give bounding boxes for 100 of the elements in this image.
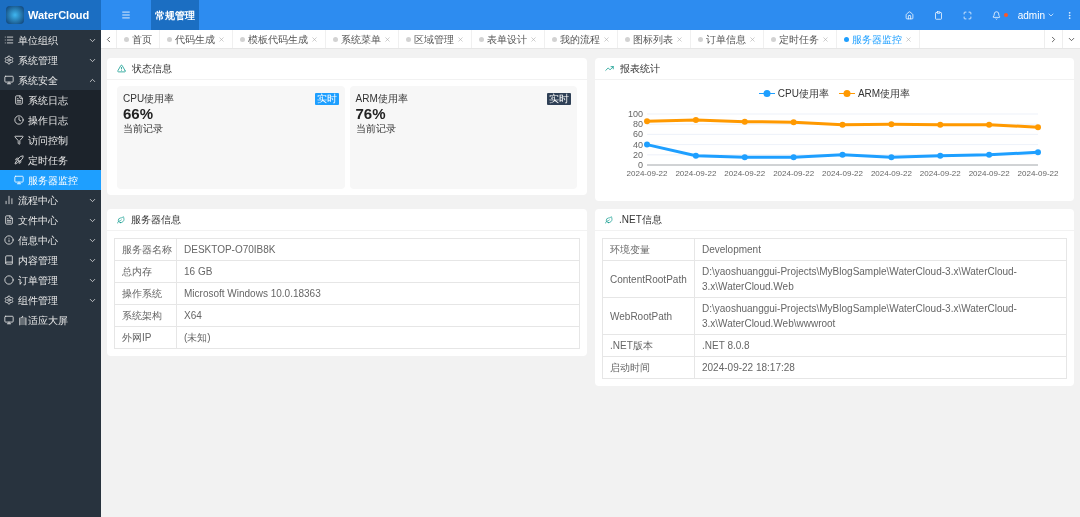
close-icon[interactable] [311, 35, 318, 43]
sidebar-subitem[interactable]: 访问控制 [0, 130, 101, 150]
sidebar-subitem[interactable]: 定时任务 [0, 150, 101, 170]
table-cell-text: 16 GB [183, 265, 214, 279]
more-icon[interactable] [1065, 10, 1074, 20]
monitor-icon [14, 175, 24, 185]
point [790, 119, 797, 126]
table-cell-text: D:\yaoshuanggui-Projects\MyBlogSample\WaterCloud-3.x\WaterCloud-3.x\WaterCloud.Web [701, 265, 1018, 294]
point [790, 154, 797, 161]
stat-value: 76% [355, 106, 387, 121]
legend-item[interactable]: CPU使用率 [758, 86, 829, 101]
list-icon [4, 35, 14, 45]
x-tick-label: 2024-09-22 [773, 169, 815, 178]
table-cell: ContentRootPath [603, 261, 695, 297]
monitor-icon [4, 315, 14, 325]
chevron-left-icon [104, 34, 113, 44]
sidebar-item[interactable]: 订单管理 [0, 270, 101, 290]
close-icon[interactable] [457, 35, 464, 43]
sidebar-item[interactable]: 文件中心 [0, 210, 101, 230]
close-icon[interactable] [530, 35, 537, 43]
table-cell-text: Development [701, 243, 762, 257]
stat-label: CPU使用率 [123, 92, 175, 106]
point [644, 141, 650, 148]
x-tick-label: 2024-09-22 [1017, 169, 1059, 178]
page-tab[interactable]: 系统菜单 [326, 30, 399, 48]
table-cell: .NET版本 [603, 335, 695, 356]
table-cell: 服务器名称 [115, 239, 177, 260]
x-tick-label: 2024-09-22 [626, 169, 668, 178]
realtime-badge: 实时 [547, 92, 571, 105]
close-icon[interactable] [676, 35, 683, 43]
x-tick-label: 2024-09-22 [919, 169, 961, 178]
close-icon[interactable] [905, 35, 912, 43]
point [692, 152, 699, 159]
close-icon[interactable] [218, 35, 225, 43]
stat-label: ARM使用率 [355, 92, 408, 106]
page-tab[interactable]: 表单设计 [472, 30, 545, 48]
home-icon[interactable] [904, 10, 914, 20]
sidebar-item[interactable]: 组件管理 [0, 290, 101, 310]
point [986, 121, 993, 128]
page-tab[interactable]: 首页 [117, 30, 160, 48]
point [986, 151, 993, 158]
sidebar-item[interactable]: 信息中心 [0, 230, 101, 250]
y-tick-label: 80 [633, 119, 643, 130]
book-icon [4, 255, 14, 265]
trend-icon [605, 64, 614, 73]
page-tab[interactable]: 定时任务 [764, 30, 837, 48]
stat-value: 66% [123, 106, 155, 121]
table-cell-text: (未知) [183, 331, 212, 345]
sidebar-item[interactable]: 内容管理 [0, 250, 101, 270]
sidebar-item[interactable]: 单位组织 [0, 30, 101, 50]
panel-title: 报表统计 [620, 62, 660, 76]
sidebar-item[interactable]: 自适应大屏 [0, 310, 101, 330]
close-icon[interactable] [822, 35, 829, 43]
bar-chart-icon [4, 195, 14, 205]
sidebar-subitem[interactable]: 系统日志 [0, 90, 101, 110]
legend-item[interactable]: ARM使用率 [838, 86, 911, 101]
logo-text: WaterCloud [28, 7, 90, 23]
warning-icon [117, 64, 126, 73]
page-tab[interactable]: 模板代码生成 [233, 30, 326, 48]
legend-label: CPU使用率 [777, 87, 829, 101]
point [741, 118, 748, 125]
table-cell: 系统架构 [115, 305, 177, 326]
x-tick-label: 2024-09-22 [724, 169, 766, 178]
fullscreen-icon[interactable] [962, 10, 972, 20]
menu-icon [121, 10, 131, 20]
x-tick-label: 2024-09-22 [675, 169, 717, 178]
sidebar-item[interactable]: 系统管理 [0, 50, 101, 70]
close-icon[interactable] [384, 35, 391, 43]
page-tab[interactable]: 订单信息 [691, 30, 764, 48]
chevron-right-icon [1049, 34, 1058, 44]
stat-note: 当前记录 [123, 122, 164, 136]
sidebar-item[interactable]: 系统安全 [0, 70, 101, 90]
panel-title: 服务器信息 [131, 213, 181, 227]
document-icon [14, 95, 24, 105]
clipboard-icon[interactable] [933, 10, 943, 20]
page-tab[interactable]: 图标列表 [618, 30, 691, 48]
point [1035, 124, 1041, 131]
panel-title: .NET信息 [619, 213, 662, 227]
info-icon [4, 235, 14, 245]
top-menu-tab[interactable]: 常规管理 [151, 0, 199, 30]
page-tab[interactable]: 我的流程 [545, 30, 618, 48]
x-tick-label: 2024-09-22 [822, 169, 863, 178]
page-tab[interactable]: 区域管理 [399, 30, 472, 48]
point [937, 121, 944, 128]
y-tick-label: 40 [633, 139, 643, 150]
gear-icon [4, 295, 14, 305]
table-cell: 启动时间 [603, 357, 695, 378]
monitor-icon [4, 75, 14, 85]
close-icon[interactable] [749, 35, 756, 43]
realtime-badge: 实时 [314, 92, 339, 105]
table-cell-text: .NET 8.0.8 [701, 339, 751, 353]
table-cell-text: 2024-09-22 18:17:28 [701, 361, 796, 375]
page-tab[interactable]: 代码生成 [160, 30, 233, 48]
sidebar-subitem[interactable]: 操作日志 [0, 110, 101, 130]
sidebar-item[interactable]: 流程中心 [0, 190, 101, 210]
point [839, 121, 846, 128]
bell-icon[interactable] [991, 10, 1001, 20]
y-tick-label: 100 [627, 109, 643, 119]
rocket-icon [14, 155, 24, 165]
close-icon[interactable] [603, 35, 610, 43]
